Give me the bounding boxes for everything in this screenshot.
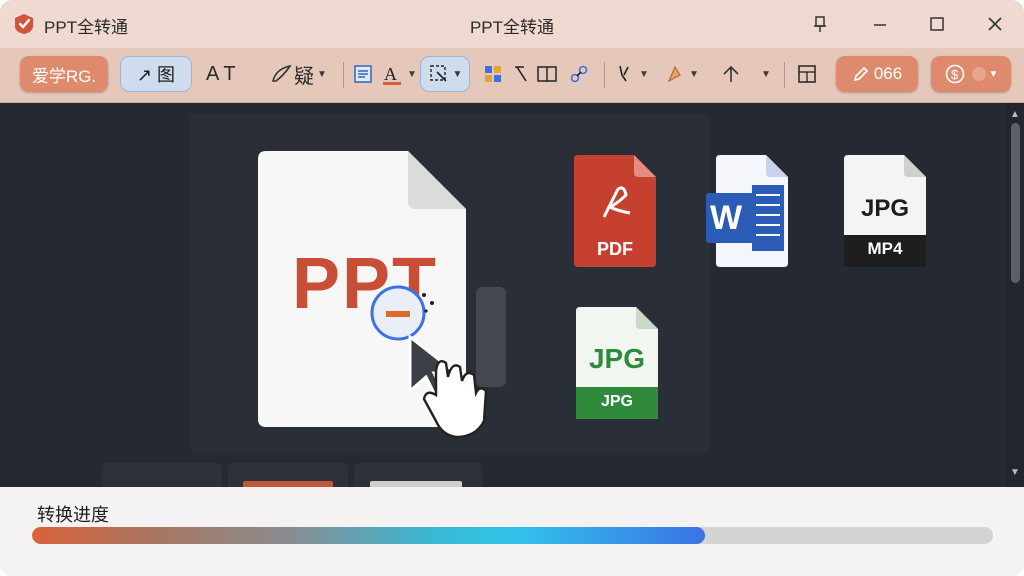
preview-canvas: PPT PDF W JPG MP4 JPG JPG ▲ ▼ [0, 103, 1024, 487]
chevron-down-icon: ▼ [639, 68, 649, 80]
scrollbar-thumb[interactable] [1011, 123, 1020, 283]
word-file-label: W [709, 199, 743, 237]
chevron-down-icon: ▼ [407, 68, 417, 80]
mp4-file-label: MP4 [867, 239, 903, 258]
progress-bar [32, 527, 993, 544]
shape-tool-button[interactable]: 疑 ▼ [270, 60, 327, 88]
font-color-button[interactable]: A ▼ [380, 60, 417, 88]
highlighter-button[interactable]: ▼ [664, 60, 699, 88]
svg-text:A: A [384, 64, 397, 84]
primary-action-button[interactable]: 爱学RG. [20, 56, 108, 92]
jpg-image-file-sublabel: JPG [600, 393, 633, 410]
primary-action-label: 爱学RG. [31, 66, 97, 86]
grid-icon [485, 66, 501, 82]
vertical-scrollbar[interactable]: ▲ ▼ [1006, 103, 1024, 487]
transform-icon [429, 65, 447, 82]
close-button[interactable] [975, 6, 1015, 42]
link-icon [570, 65, 588, 83]
jpg-file-label: JPG [860, 195, 910, 222]
select-tool-button[interactable]: ↗ 图 [120, 56, 192, 92]
progress-bar-fill [32, 527, 705, 544]
arrow-up-icon [723, 65, 739, 82]
select-tool-label: ↗ 图 [136, 65, 176, 85]
scroll-down-icon[interactable]: ▼ [1010, 467, 1020, 478]
pen-tool-button[interactable]: ▼ [614, 60, 649, 88]
shape-tool-label: 疑 [294, 65, 314, 88]
link-button[interactable] [568, 60, 590, 88]
chevron-down-icon: ▼ [317, 68, 327, 80]
minimize-button[interactable] [860, 6, 900, 42]
arrange-button[interactable] [482, 60, 504, 88]
arrow-up-button[interactable] [720, 60, 742, 88]
currency-dropdown[interactable]: $ ▼ [931, 56, 1011, 92]
pen-icon [619, 65, 629, 82]
close-icon [988, 17, 1002, 31]
app-window: PPT全转通 PPT全转通 爱学RG. ↗ 图 A T 疑 ▼ A ▼ ▼ ▼ … [0, 0, 1024, 576]
text-tool-label: A T [206, 62, 236, 85]
maximize-icon [930, 17, 944, 31]
document-lines-icon [354, 65, 372, 83]
text-tool-button[interactable]: A T [206, 60, 236, 88]
font-color-icon: A [383, 64, 401, 85]
minimize-icon [874, 24, 886, 26]
convert-cursor-icon [370, 285, 488, 439]
coin-icon: $ [945, 64, 964, 84]
paragraph-button[interactable] [352, 60, 374, 88]
chevron-down-icon: ▼ [689, 68, 699, 80]
layout-icon [798, 65, 816, 83]
crop-icon [515, 66, 557, 82]
pencil-icon [853, 66, 868, 82]
crop-button[interactable] [512, 60, 560, 88]
scroll-up-icon[interactable]: ▲ [1010, 109, 1020, 120]
transform-tool-button[interactable]: ▼ [420, 56, 470, 92]
highlighter-icon [667, 65, 681, 83]
progress-label: 转换进度 [37, 505, 109, 525]
toolbar-divider [343, 62, 344, 88]
toolbar-divider [604, 62, 605, 88]
pin-icon [814, 16, 826, 32]
title-bar: PPT全转通 PPT全转通 [0, 0, 1024, 48]
layout-button[interactable] [796, 60, 818, 88]
more-dropdown[interactable]: ▼ [758, 60, 771, 88]
svg-text:$: $ [951, 67, 959, 82]
jpg-image-file-label: JPG [588, 343, 646, 374]
thumbnail-slot [102, 463, 222, 487]
chevron-down-icon: ▼ [761, 68, 771, 80]
brush-icon [271, 64, 292, 82]
toolbar: 爱学RG. ↗ 图 A T 疑 ▼ A ▼ ▼ ▼ ▼ ▼ 066 $ ▼ [0, 48, 1024, 103]
toolbar-divider [784, 62, 785, 88]
edit-count-label: 066 [873, 64, 903, 83]
chevron-down-icon: ▼ [452, 68, 463, 80]
app-title: PPT全转通 [44, 18, 129, 37]
dropdown-dot [971, 67, 986, 81]
pdf-file-label: PDF [597, 239, 633, 259]
progress-panel: 转换进度 [0, 487, 1024, 576]
app-logo-icon [15, 14, 33, 34]
chevron-down-icon: ▼ [988, 68, 999, 80]
pin-button[interactable] [800, 6, 840, 42]
edit-count-button[interactable]: 066 [836, 56, 918, 92]
maximize-button[interactable] [917, 6, 957, 42]
